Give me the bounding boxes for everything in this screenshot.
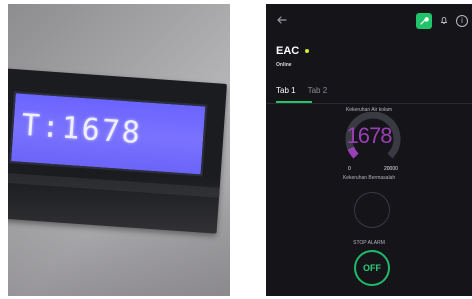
lcd-photo: T:1678 [8, 4, 230, 296]
lcd-reading: T:1678 [20, 107, 143, 152]
gauge-min: 0 [348, 166, 351, 172]
phone-screen: i EAC Online Tab 1 Tab 2 Kekeruhan Air k… [266, 4, 472, 296]
alarm-label: STOP ALARM [353, 240, 385, 246]
led-label: Kekeruhan Bermasalah [342, 175, 396, 181]
gauge-max: 20000 [384, 166, 398, 172]
tab-bar: Tab 1 Tab 2 [276, 86, 327, 95]
info-icon[interactable]: i [456, 15, 468, 27]
tab-2[interactable]: Tab 2 [308, 86, 328, 95]
tab-1[interactable]: Tab 1 [276, 86, 296, 95]
status-dot [305, 49, 310, 53]
bell-icon[interactable] [438, 15, 450, 27]
gauge-fill [347, 146, 359, 159]
device-name: EAC [276, 45, 300, 57]
photo-shadow [8, 176, 230, 296]
gauge-value: 1678 [346, 123, 393, 148]
device-title: EAC [276, 45, 310, 57]
device-status: Online [276, 62, 292, 68]
wrench-icon[interactable] [416, 13, 432, 29]
stop-alarm-button[interactable]: OFF [354, 250, 390, 286]
header-actions: i [416, 13, 468, 29]
back-arrow-icon[interactable] [276, 14, 290, 28]
tab-divider [266, 103, 472, 104]
lcd-screen: T:1678 [8, 91, 208, 177]
led-indicator [354, 192, 390, 228]
